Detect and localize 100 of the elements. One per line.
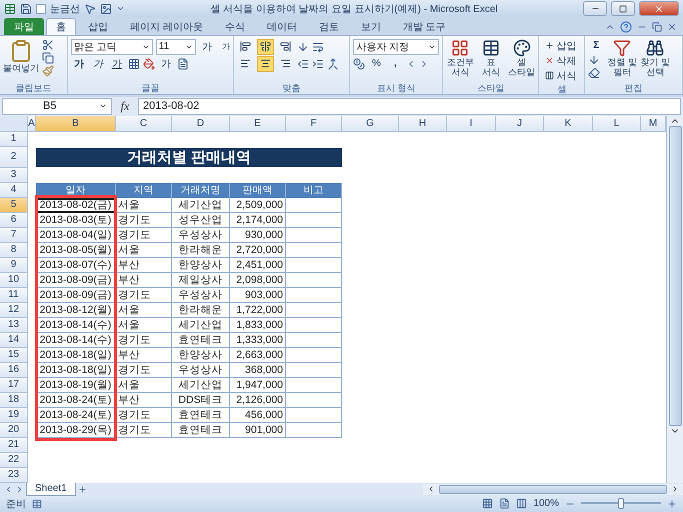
column-header[interactable]: C: [116, 116, 172, 132]
column-header[interactable]: K: [544, 116, 593, 132]
column-header[interactable]: H: [399, 116, 447, 132]
table-cell: 세기산업: [172, 378, 230, 393]
column-header[interactable]: F: [286, 116, 342, 132]
ribbon-tab[interactable]: 홈: [46, 18, 76, 35]
row-header[interactable]: 9: [0, 258, 28, 273]
row-header[interactable]: 19: [0, 408, 28, 423]
cell-button[interactable]: 삽입: [542, 38, 580, 53]
autosum-button[interactable]: Σ: [588, 38, 604, 53]
close-icon: [654, 4, 664, 14]
table-cell: 한라해운: [172, 242, 230, 258]
filter-icon: [613, 38, 632, 57]
table-cell: 456,000: [230, 408, 286, 423]
gridlines-checkbox[interactable]: [36, 4, 46, 14]
ribbon-tab[interactable]: 검토: [308, 18, 349, 35]
row-header[interactable]: 7: [0, 228, 28, 243]
row-header[interactable]: 6: [0, 212, 28, 228]
grow-font-button[interactable]: 가: [198, 38, 215, 55]
table-cell: 효연테크: [172, 332, 230, 348]
ribbon-tab[interactable]: 데이터: [256, 18, 307, 35]
row-header[interactable]: 1: [0, 132, 28, 147]
row-header[interactable]: 17: [0, 378, 28, 393]
number-format-field[interactable]: 사용자 지정: [353, 38, 440, 55]
ribbon-tab[interactable]: 페이지 레이아웃: [120, 18, 213, 35]
row-header[interactable]: 11: [0, 288, 28, 303]
row-header[interactable]: 4: [0, 182, 28, 198]
bold-button[interactable]: 가: [70, 56, 87, 72]
cell-button[interactable]: 서식: [542, 68, 580, 83]
font-size-field[interactable]: 11: [156, 38, 196, 55]
table-cell: 2,451,000: [230, 258, 286, 273]
table-header: 거래처명: [172, 182, 230, 198]
column-header[interactable]: J: [496, 116, 544, 132]
row-header[interactable]: 2: [0, 146, 28, 168]
close-button[interactable]: [639, 1, 679, 16]
page-break-icon: [516, 498, 528, 510]
row-header[interactable]: 8: [0, 242, 28, 258]
ribbon-tab[interactable]: 수식: [214, 18, 255, 35]
table-cell: 한양상사: [172, 348, 230, 363]
row-header[interactable]: 16: [0, 362, 28, 378]
edit-button[interactable]: 정렬 및 필터: [607, 38, 638, 78]
zoom-thumb[interactable]: [618, 498, 624, 510]
row-header[interactable]: 14: [0, 332, 28, 348]
ribbon-tab[interactable]: 파일: [4, 18, 44, 35]
underline-button[interactable]: 가: [108, 56, 125, 72]
row-header[interactable]: 10: [0, 272, 28, 288]
vertical-align-button[interactable]: [256, 38, 274, 55]
table-cell: [286, 318, 342, 333]
edit-button[interactable]: 찾기 및 선택: [640, 38, 670, 78]
paste-button[interactable]: 붙여넣기: [3, 38, 39, 73]
ribbon-tab[interactable]: 보기: [350, 18, 391, 35]
table-cell: 경기도: [116, 362, 172, 378]
border-icon: [128, 58, 140, 70]
table-cell: 2013-08-04(일): [36, 228, 116, 243]
row-header[interactable]: 20: [0, 422, 28, 438]
horizontal-align-button[interactable]: [256, 56, 274, 72]
shrink-font-button[interactable]: 가: [218, 38, 234, 55]
function-label[interactable]: fx: [116, 98, 134, 114]
help-icon: [620, 20, 632, 33]
table-cell: 2,174,000: [230, 212, 286, 228]
table-cell: [286, 422, 342, 438]
column-header[interactable]: E: [230, 116, 286, 132]
row-header[interactable]: 23: [0, 468, 28, 483]
table-cell: 성우산업: [172, 212, 230, 228]
column-header[interactable]: I: [447, 116, 496, 132]
cell-button[interactable]: 삭제: [542, 54, 580, 68]
row-header[interactable]: 12: [0, 302, 28, 318]
row-header[interactable]: 3: [0, 168, 28, 183]
row-header[interactable]: 21: [0, 438, 28, 453]
column-header[interactable]: L: [593, 116, 641, 132]
style-button[interactable]: 셀 스타일: [508, 38, 536, 78]
formula-field[interactable]: 2013-08-02: [138, 98, 681, 115]
font-name-field[interactable]: 맑은 고딕: [70, 38, 153, 55]
italic-button[interactable]: 가: [90, 56, 106, 72]
row-header[interactable]: 15: [0, 348, 28, 363]
sheet-tab[interactable]: Sheet1: [26, 482, 76, 496]
column-header[interactable]: A: [28, 116, 36, 132]
bottom-align-icon: [280, 41, 291, 52]
name-box[interactable]: B5: [2, 98, 112, 115]
table-cell: 우성상사: [172, 288, 230, 303]
ribbon-tab[interactable]: 삽입: [78, 18, 118, 35]
font-color-button[interactable]: 가: [158, 56, 174, 72]
row-header[interactable]: 5: [0, 198, 28, 213]
percent-button[interactable]: %: [368, 56, 384, 72]
middle-align-icon: [260, 41, 271, 52]
row-header[interactable]: 18: [0, 392, 28, 408]
column-header[interactable]: M: [641, 116, 666, 132]
column-header[interactable]: G: [342, 116, 399, 132]
horizontal-scrollbar[interactable]: [423, 484, 683, 495]
style-button[interactable]: 표 서식: [477, 38, 505, 78]
row-header[interactable]: 22: [0, 452, 28, 468]
column-header[interactable]: D: [172, 116, 230, 132]
vertical-scrollbar[interactable]: [666, 116, 683, 483]
style-button[interactable]: 조건부 서식: [446, 38, 474, 78]
ribbon-tab[interactable]: 개발 도구: [392, 18, 456, 35]
row-header[interactable]: 13: [0, 318, 28, 333]
minimize-button[interactable]: [583, 1, 607, 16]
comma-button[interactable]: ,: [387, 56, 404, 72]
column-header[interactable]: B: [36, 116, 116, 132]
maximize-button[interactable]: [611, 1, 635, 16]
